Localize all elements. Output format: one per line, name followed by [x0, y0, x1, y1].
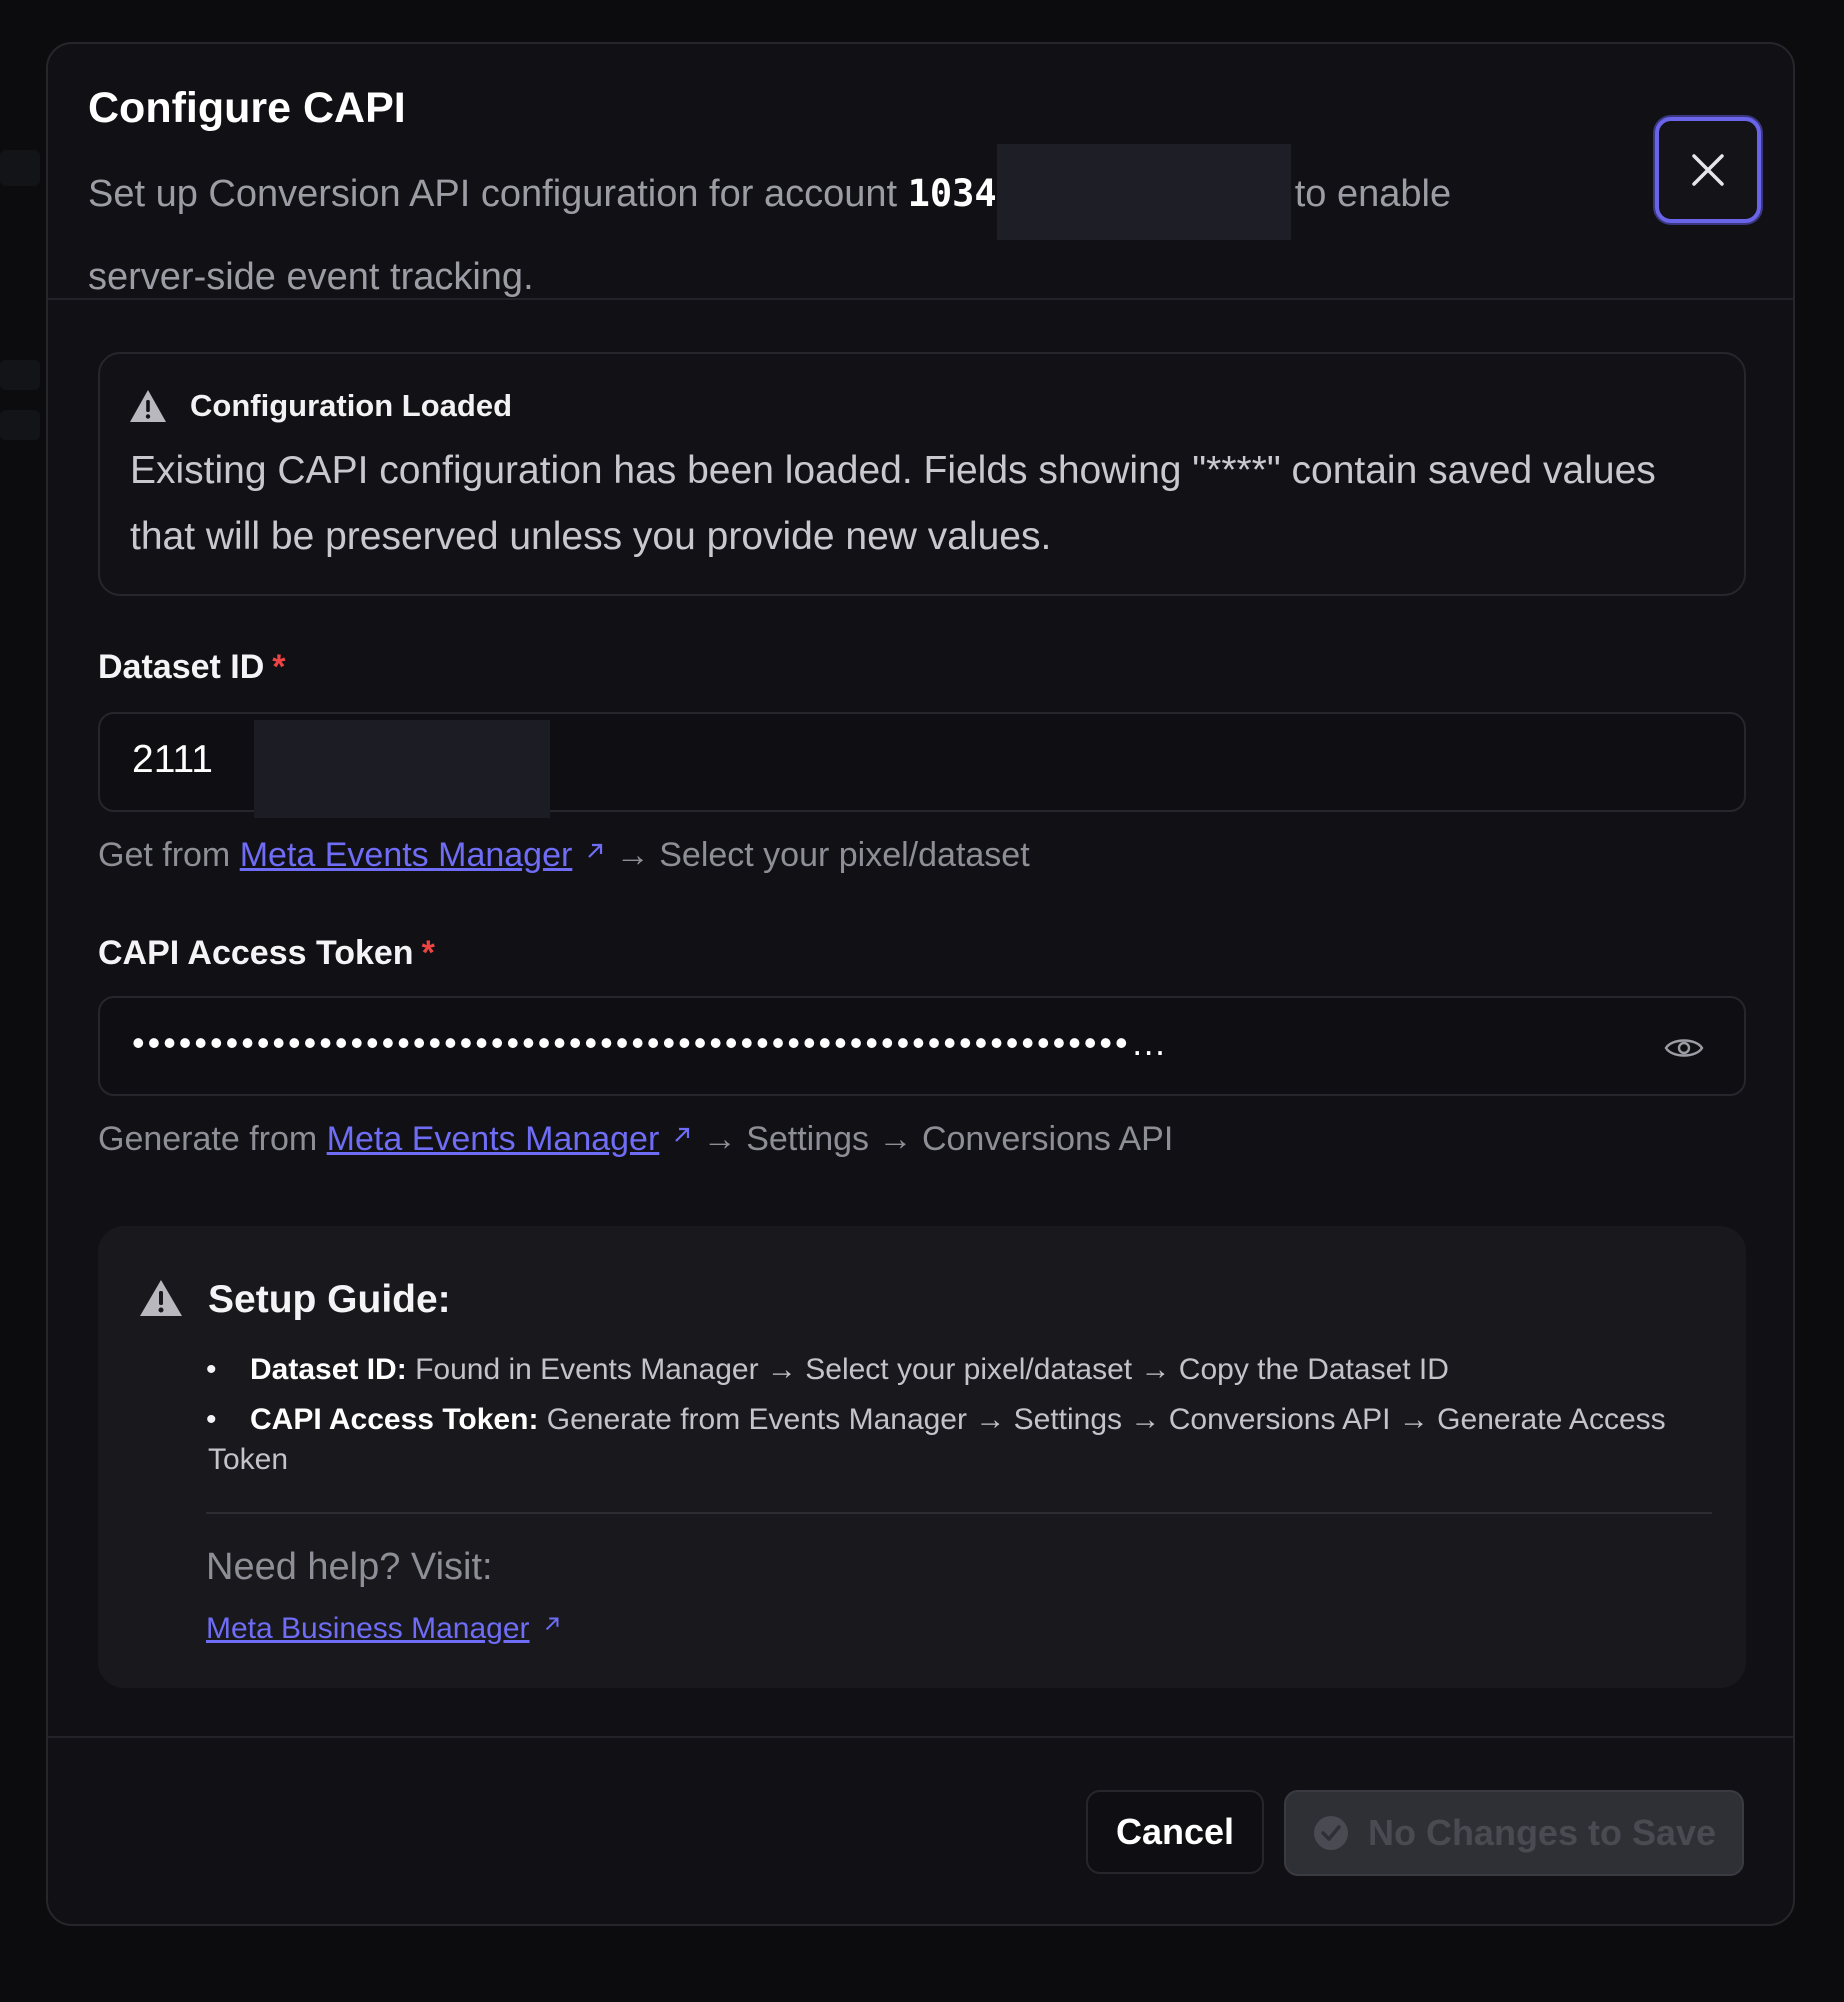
warning-icon — [140, 1280, 182, 1316]
dialog-description: Set up Conversion API configuration for … — [88, 144, 1488, 310]
bullet: • — [206, 1403, 217, 1436]
list-item: • Dataset ID: Found in Events Manager → … — [206, 1350, 1706, 1390]
list-item-text: CAPI Access Token: Generate from Events … — [208, 1400, 1706, 1480]
description-prefix: Set up Conversion API configuration for … — [88, 173, 898, 216]
alert-title: Configuration Loaded — [190, 388, 513, 423]
capi-token-hint: Generate from Meta Events Manager → Sett… — [98, 1120, 1173, 1159]
hint-prefix: Get from — [98, 836, 231, 874]
list-item-description: Found in Events Manager → Select your pi… — [415, 1353, 1449, 1386]
divider — [206, 1512, 1712, 1514]
configuration-loaded-alert: Configuration Loaded Existing CAPI confi… — [98, 352, 1746, 596]
list-item-text: Dataset ID: Found in Events Manager → Se… — [208, 1350, 1706, 1390]
external-link-icon — [545, 1617, 558, 1631]
footer-divider — [48, 1736, 1793, 1738]
hint-suffix: → Select your pixel/dataset — [615, 836, 1030, 874]
configure-capi-dialog: Configure CAPI Set up Conversion API con… — [46, 42, 1795, 1926]
capi-token-label-text: CAPI Access Token — [98, 934, 414, 972]
dataset-id-hint: Get from Meta Events Manager → Select yo… — [98, 836, 1030, 875]
save-button-label: No Changes to Save — [1367, 1812, 1717, 1853]
close-icon — [1692, 154, 1724, 186]
list-item: • CAPI Access Token: Generate from Event… — [206, 1400, 1706, 1480]
required-mark: * — [272, 648, 286, 686]
redacted-block — [254, 720, 550, 818]
warning-icon — [130, 390, 166, 422]
hint-suffix: → Settings → Conversions API — [702, 1120, 1174, 1158]
hint-prefix: Generate from — [98, 1120, 318, 1158]
meta-events-manager-link[interactable]: Meta Events Manager — [327, 1120, 660, 1158]
setup-guide-title: Setup Guide: — [208, 1278, 451, 1321]
dataset-id-value: 2111 — [132, 738, 213, 781]
background-element — [0, 410, 40, 440]
alert-text: Existing CAPI configuration has been loa… — [130, 449, 1656, 558]
list-item-term: Dataset ID: — [250, 1353, 407, 1386]
dataset-id-label: Dataset ID * — [98, 648, 286, 687]
dialog-header: Configure CAPI Set up Conversion API con… — [48, 44, 1793, 300]
close-button[interactable] — [1655, 117, 1761, 223]
capi-token-input[interactable]: ••••••••••••••••••••••••••••••••••••••••… — [98, 996, 1746, 1096]
check-circle-icon — [1313, 1816, 1348, 1850]
dataset-id-input[interactable]: 2111 — [98, 712, 1746, 818]
save-button[interactable]: No Changes to Save — [1284, 1790, 1744, 1876]
meta-business-manager-link[interactable]: Meta Business Manager — [206, 1612, 530, 1645]
setup-guide-list: • Dataset ID: Found in Events Manager → … — [206, 1350, 1706, 1490]
redacted-block — [996, 144, 1291, 240]
meta-events-manager-link[interactable]: Meta Events Manager — [240, 836, 573, 874]
help-text: Need help? Visit: — [206, 1546, 493, 1588]
background-element — [0, 360, 40, 390]
setup-guide: Setup Guide: • Dataset ID: Found in Even… — [98, 1226, 1746, 1688]
dialog-title: Configure CAPI — [88, 84, 406, 132]
capi-token-masked-value: ••••••••••••••••••••••••••••••••••••••••… — [132, 1022, 1170, 1063]
cancel-button[interactable]: Cancel — [1086, 1790, 1264, 1874]
required-mark: * — [421, 934, 435, 972]
account-id: 1034 — [907, 172, 997, 216]
dataset-id-label-text: Dataset ID — [98, 648, 265, 686]
eye-icon — [1664, 1039, 1704, 1057]
background-element — [0, 150, 40, 186]
capi-token-label: CAPI Access Token * — [98, 934, 435, 973]
toggle-visibility-button[interactable] — [1660, 1024, 1708, 1072]
help-link-row: Meta Business Manager — [206, 1612, 562, 1646]
external-link-icon — [675, 1127, 690, 1142]
bullet: • — [206, 1353, 217, 1386]
list-item-term: CAPI Access Token: — [250, 1403, 539, 1436]
external-link-icon — [588, 843, 603, 858]
